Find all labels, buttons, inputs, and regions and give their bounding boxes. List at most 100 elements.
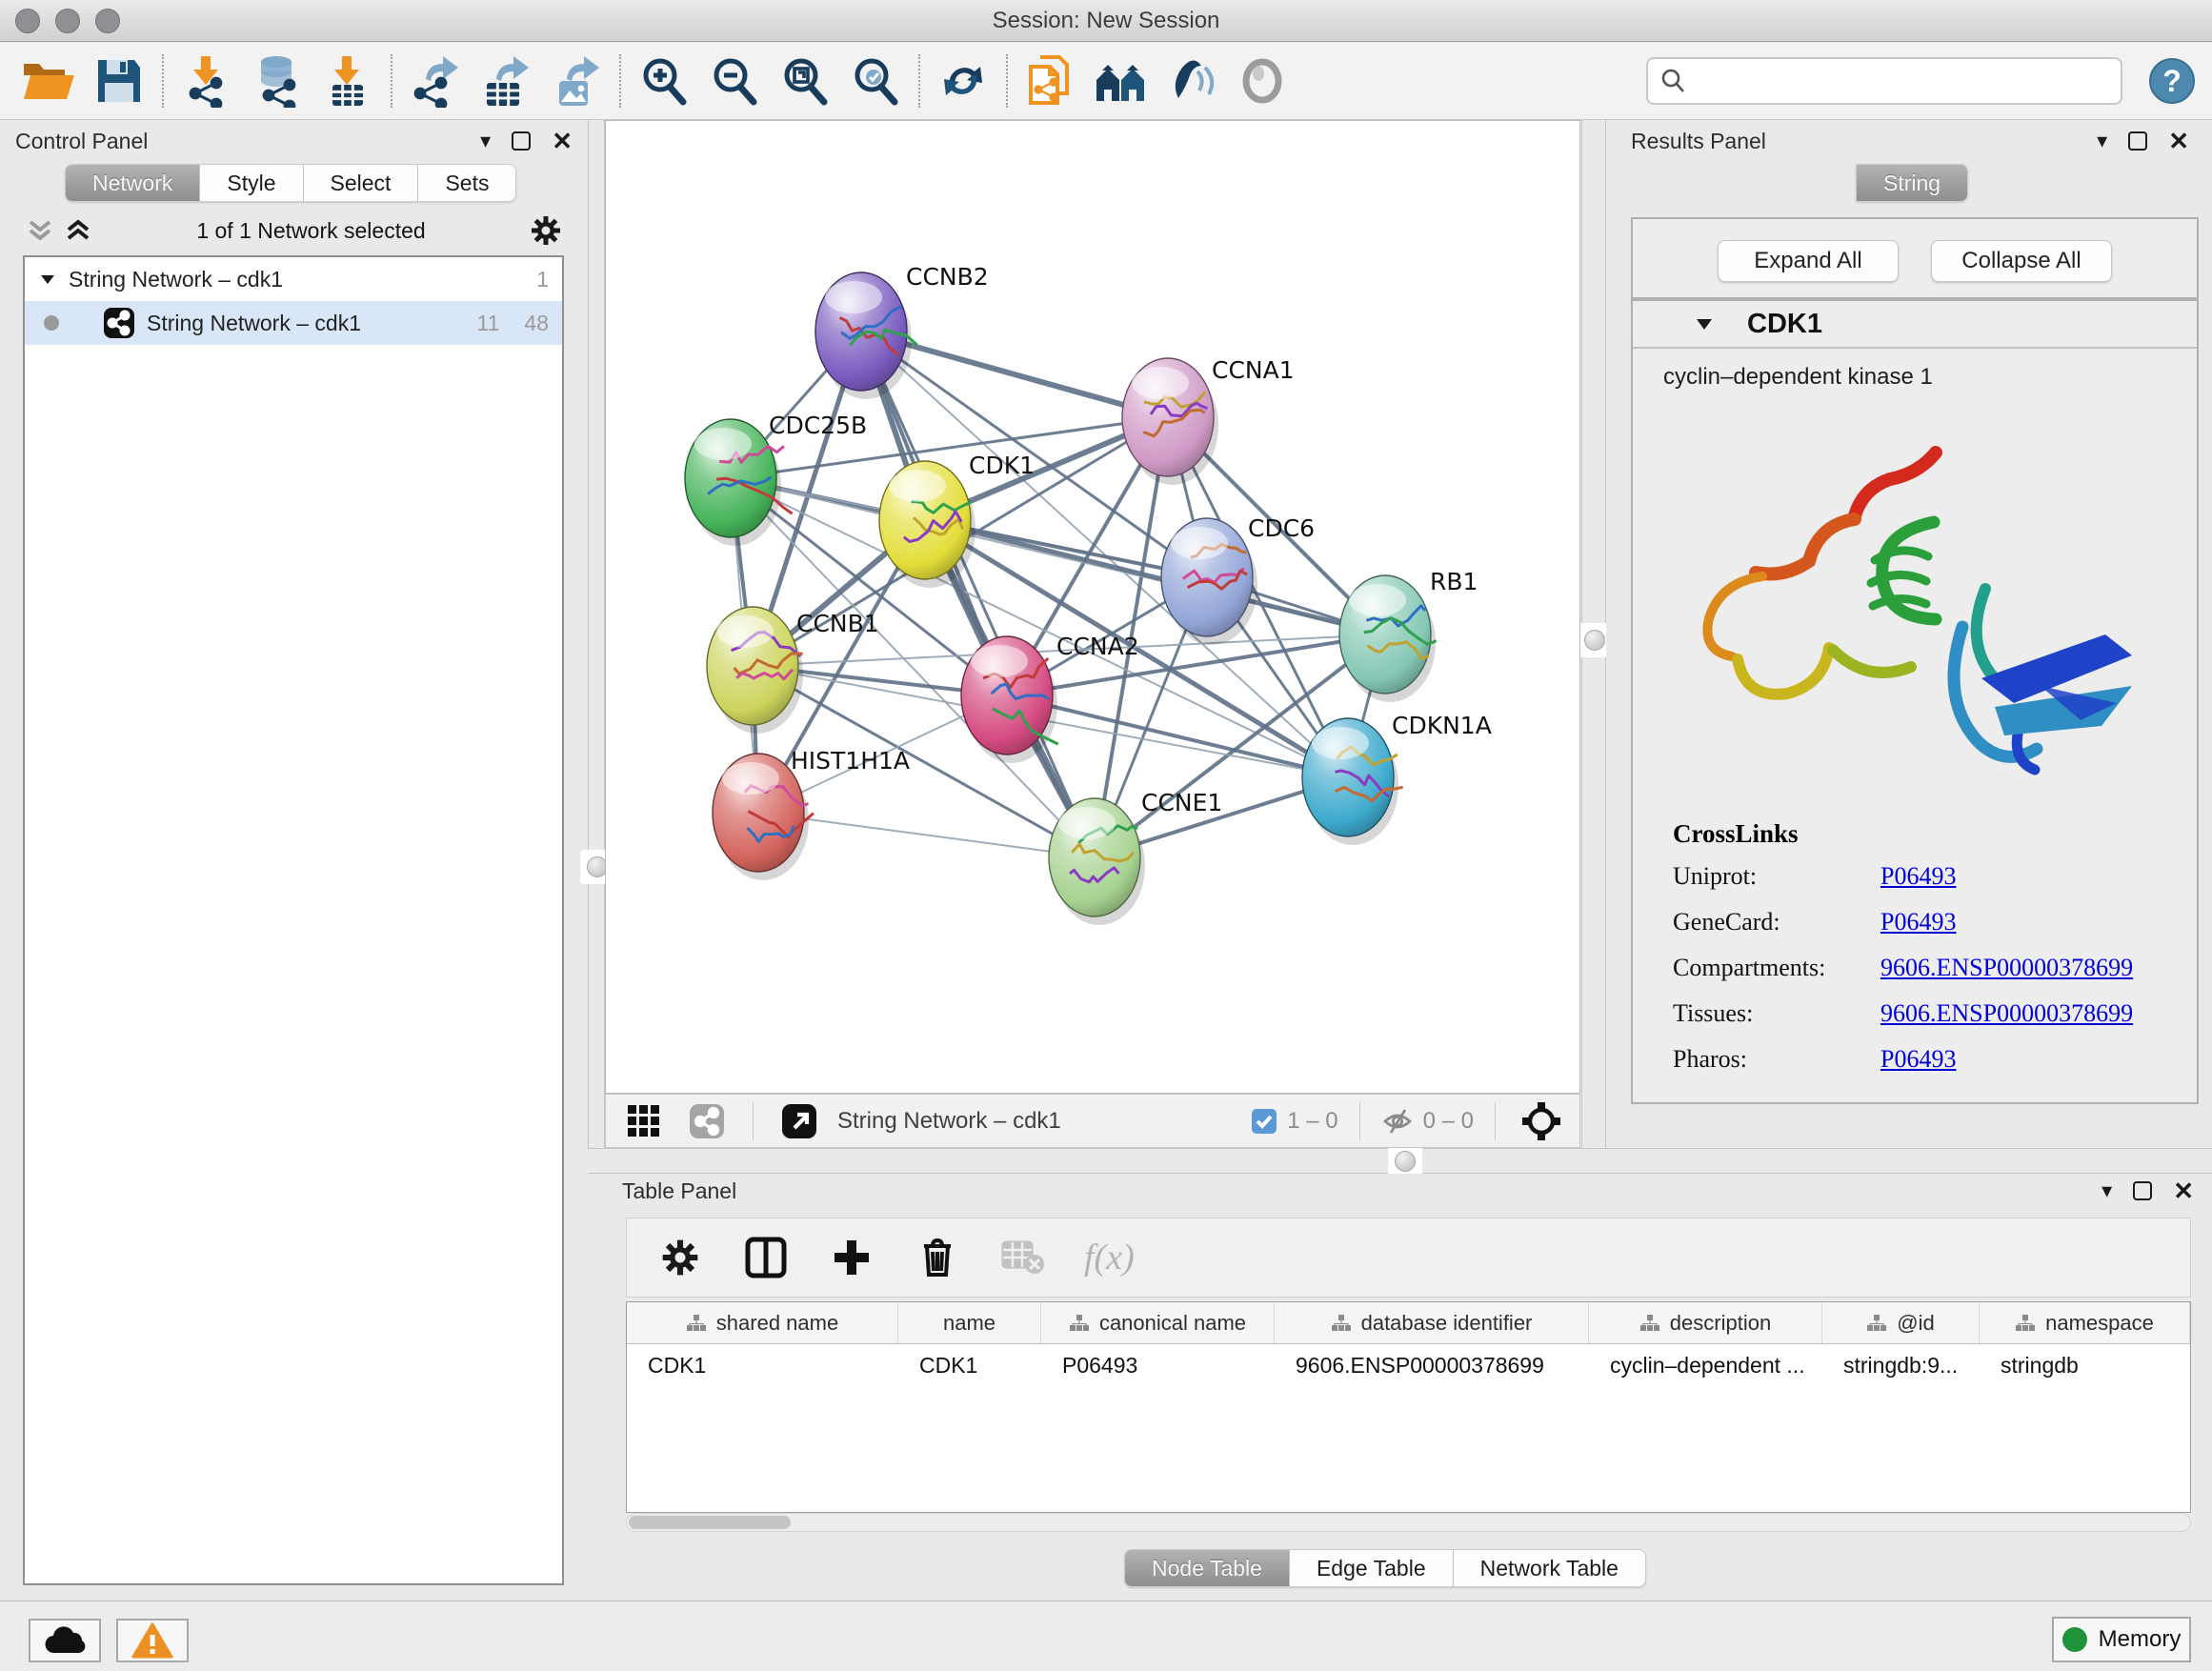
collapse-all-icon[interactable]: [21, 206, 59, 255]
hidden-eye-icon[interactable]: [1381, 1107, 1414, 1136]
export-table-icon[interactable]: [474, 50, 537, 111]
crosslink-link[interactable]: P06493: [1880, 908, 1956, 936]
table-panel-menu-icon[interactable]: ▾: [2101, 1180, 2112, 1201]
table-horizontal-scrollbar[interactable]: [626, 1513, 2191, 1532]
control-panel-menu-icon[interactable]: ▾: [480, 131, 491, 151]
network-edge[interactable]: [925, 520, 1385, 634]
tab-select[interactable]: Select: [304, 164, 419, 202]
column-header-name[interactable]: name: [898, 1302, 1041, 1343]
network-node-cdk1[interactable]: CDK1: [879, 452, 1035, 588]
zoom-fit-icon[interactable]: [774, 50, 836, 111]
results-panel-close-icon[interactable]: ✕: [2168, 129, 2189, 153]
column-header-namespace[interactable]: namespace: [1980, 1302, 2190, 1343]
warnings-button[interactable]: [116, 1619, 189, 1662]
column-header-canonical-name[interactable]: canonical name: [1041, 1302, 1275, 1343]
section-collapse-icon[interactable]: [1694, 313, 1715, 334]
collection-expander-icon[interactable]: [38, 270, 57, 289]
collapse-all-button[interactable]: Collapse All: [1931, 240, 2112, 282]
network-share-icon[interactable]: [682, 1097, 732, 1146]
tab-sets[interactable]: Sets: [418, 164, 516, 202]
network-node-cdc6[interactable]: CDC6: [1161, 514, 1315, 645]
cloud-status-button[interactable]: [29, 1619, 101, 1662]
network-options-gear-icon[interactable]: [525, 206, 567, 255]
import-network-database-icon[interactable]: [246, 50, 309, 111]
zoom-out-icon[interactable]: [703, 50, 766, 111]
create-column-plus-icon[interactable]: [827, 1233, 876, 1282]
expand-all-icon[interactable]: [59, 206, 97, 255]
network-node-ccna1[interactable]: CCNA1: [1122, 356, 1295, 485]
bottom-panel-divider[interactable]: [588, 1148, 2212, 1174]
control-panel-float-icon[interactable]: [512, 131, 531, 151]
table-cell: stringdb:9...: [1822, 1344, 1980, 1386]
crosslink-row: GeneCard:P06493: [1673, 908, 2197, 936]
network-canvas[interactable]: CCNB2CCNA1CDC25BCDK1CDC6RB1CCNB1CCNA2CDK…: [605, 120, 1580, 1094]
network-node-hist1h1a[interactable]: HIST1H1A: [713, 747, 910, 880]
table-panel-close-icon[interactable]: ✕: [2173, 1178, 2194, 1203]
selected-checkbox-icon[interactable]: [1251, 1108, 1277, 1135]
search-box[interactable]: [1646, 57, 2122, 105]
string-network-graph[interactable]: CCNB2CCNA1CDC25BCDK1CDC6RB1CCNB1CCNA2CDK…: [606, 121, 1579, 1093]
tab-style[interactable]: Style: [200, 164, 303, 202]
network-node-rb1[interactable]: RB1: [1339, 568, 1478, 702]
detach-view-icon[interactable]: [774, 1097, 824, 1146]
scrollbar-thumb[interactable]: [629, 1516, 791, 1529]
delete-column-trash-icon[interactable]: [913, 1233, 962, 1282]
show-columns-icon[interactable]: [741, 1233, 791, 1282]
table-tabs: Node TableEdge TableNetwork Table: [1124, 1549, 1646, 1587]
tab-network[interactable]: Network: [65, 164, 200, 202]
show-all-icon[interactable]: [1231, 50, 1294, 111]
fit-selected-crosshair-icon[interactable]: [1517, 1097, 1566, 1146]
table-panel-float-icon[interactable]: [2133, 1181, 2152, 1200]
import-network-file-icon[interactable]: [175, 50, 238, 111]
network-node-ccnb2[interactable]: CCNB2: [815, 263, 989, 399]
export-image-icon[interactable]: [545, 50, 608, 111]
control-panel-close-icon[interactable]: ✕: [552, 129, 573, 153]
column-header-shared-name[interactable]: shared name: [627, 1302, 898, 1343]
results-panel-menu-icon[interactable]: ▾: [2097, 131, 2107, 151]
tab-string[interactable]: String: [1856, 164, 1968, 202]
search-input[interactable]: [1694, 68, 2109, 94]
function-builder-icon[interactable]: f(x): [1084, 1237, 1135, 1278]
export-network-icon[interactable]: [404, 50, 467, 111]
network-edge[interactable]: [861, 332, 1095, 857]
toolbar-separator: [619, 54, 621, 108]
network-node-cdkn1a[interactable]: CDKN1A: [1302, 712, 1492, 845]
tab-edge-table[interactable]: Edge Table: [1290, 1549, 1454, 1587]
network-node-ccne1[interactable]: CCNE1: [1049, 789, 1222, 925]
open-session-icon[interactable]: [17, 50, 80, 111]
column-header-id[interactable]: @id: [1822, 1302, 1980, 1343]
cdk1-section-header[interactable]: CDK1: [1633, 301, 2197, 349]
network-row[interactable]: String Network – cdk1 11 48: [25, 301, 562, 345]
table-settings-gear-icon[interactable]: [655, 1233, 705, 1282]
apply-preferred-layout-icon[interactable]: [932, 50, 995, 111]
crosslink-link[interactable]: P06493: [1880, 862, 1956, 891]
birds-eye-grid-icon[interactable]: [619, 1097, 669, 1146]
import-table-file-icon[interactable]: [316, 50, 379, 111]
save-session-icon[interactable]: [88, 50, 151, 111]
column-network-icon: [1639, 1314, 1660, 1333]
network-collection-row[interactable]: String Network – cdk1 1: [25, 257, 562, 301]
table-row[interactable]: CDK1CDK1P064939606.ENSP00000378699cyclin…: [627, 1344, 2190, 1386]
hide-selected-icon[interactable]: [1160, 50, 1223, 111]
results-panel-float-icon[interactable]: [2128, 131, 2147, 151]
crosslink-link[interactable]: P06493: [1880, 1045, 1956, 1074]
delete-table-icon[interactable]: [998, 1233, 1048, 1282]
expand-all-button[interactable]: Expand All: [1718, 240, 1899, 282]
memory-button[interactable]: Memory: [2052, 1617, 2191, 1662]
zoom-selected-icon[interactable]: [844, 50, 907, 111]
tab-node-table[interactable]: Node Table: [1124, 1549, 1290, 1587]
crosslink-link[interactable]: 9606.ENSP00000378699: [1880, 999, 2133, 1028]
network-edge[interactable]: [1007, 695, 1348, 777]
zoom-in-icon[interactable]: [633, 50, 695, 111]
tab-network-table[interactable]: Network Table: [1454, 1549, 1646, 1587]
column-header-description[interactable]: description: [1589, 1302, 1822, 1343]
first-neighbors-icon[interactable]: [1090, 50, 1153, 111]
help-button[interactable]: ?: [2149, 58, 2195, 104]
column-header-database-identifier[interactable]: database identifier: [1275, 1302, 1589, 1343]
network-edge-count: 48: [524, 311, 549, 336]
left-panel-divider[interactable]: [588, 120, 605, 1148]
network-node-ccnb1[interactable]: CCNB1: [707, 607, 879, 734]
new-network-from-selection-icon[interactable]: [1019, 50, 1082, 111]
crosslink-link[interactable]: 9606.ENSP00000378699: [1880, 954, 2133, 982]
right-panel-divider[interactable]: [1581, 120, 1606, 1148]
